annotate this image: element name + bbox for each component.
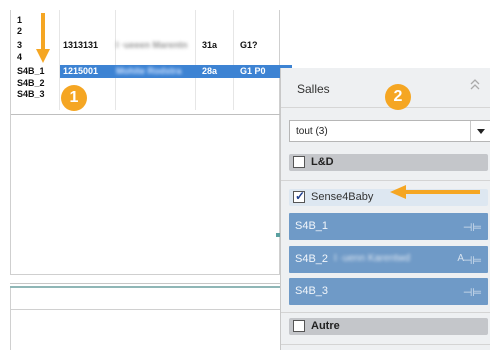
double-chevron-up-icon[interactable] [468, 78, 482, 94]
grid-row[interactable]: 4 [11, 52, 286, 63]
room-s4b-1[interactable]: S4B_1 ⊣⊨ [289, 213, 488, 240]
pin-icon[interactable]: ⊣⊨ [463, 286, 482, 299]
divider [10, 283, 280, 284]
grid-row[interactable]: 3 1313131 I ·ueeen Marentn 31a G1? [11, 40, 286, 51]
row-id: S4B_2 [17, 78, 45, 88]
patient-gravida: G1 P0 [240, 66, 266, 76]
group-ld[interactable]: L&D [289, 154, 488, 171]
room-s4b-3[interactable]: S4B_3 ⊣⊨ [289, 278, 488, 305]
grid-bottom-border [11, 114, 281, 115]
group-autre[interactable]: Autre [289, 318, 488, 335]
row-id: 2 [17, 26, 23, 36]
divider [281, 107, 490, 108]
group-autre-checkbox[interactable] [293, 320, 305, 332]
row-id: 3 [17, 40, 23, 50]
group-label: L&D [311, 156, 334, 168]
patient-number: 1215001 [63, 66, 99, 76]
patient-name: Mohite Rodstra [116, 66, 182, 76]
patient-name: I ·ueeen Marentn [116, 40, 188, 50]
room-occupant: I ·uenn Karentwd [334, 253, 411, 264]
panel-title: Salles [297, 82, 330, 96]
grid-row[interactable]: S4B_2 [11, 78, 286, 89]
divider [281, 180, 490, 181]
row-id: S4B_3 [17, 89, 45, 99]
grid-row[interactable]: S4B_3 [11, 89, 286, 100]
chevron-down-icon[interactable] [470, 121, 490, 141]
group-sense4baby-checkbox[interactable] [293, 189, 305, 203]
group-ld-checkbox[interactable] [293, 156, 305, 168]
patient-grid: 1 2 3 1313131 I ·ueeen Marentn 31a G1? 4… [10, 10, 292, 275]
divider [10, 309, 280, 310]
room-filter-select[interactable]: tout (3) [289, 120, 490, 142]
room-filter-value: tout (3) [296, 126, 328, 137]
annotation-badge-2: 2 [385, 84, 411, 110]
patient-gravida: G1? [240, 40, 258, 50]
divider [281, 312, 490, 313]
pin-icon[interactable]: ⊣⊨ [463, 221, 482, 234]
patient-number: 1313131 [63, 40, 99, 50]
room-label: S4B_3 [295, 285, 329, 297]
grid-row[interactable]: 1 [11, 15, 286, 26]
annotation-arrow-left-icon [390, 185, 480, 199]
rooms-panel: Salles tout (3) L&D Sense4Baby S4B_1 ⊣⊨ … [280, 68, 490, 350]
group-label: Autre [311, 320, 340, 332]
timeline-bar [10, 286, 280, 288]
row-id: 4 [17, 52, 23, 62]
patient-age: 31a [202, 40, 218, 50]
row-id: 1 [17, 15, 23, 25]
room-s4b-2[interactable]: S4B_2 I ·uenn Karentwd A ⊣⊨ [289, 246, 488, 273]
group-label: Sense4Baby [311, 191, 374, 203]
grid-row-selected[interactable]: S4B_1 1215001 Mohite Rodstra 28a G1 P0 [11, 66, 286, 77]
grid-row[interactable]: 2 [11, 26, 286, 37]
annotation-arrow-down-icon [36, 13, 50, 63]
divider [10, 288, 11, 350]
annotation-badge-1: 1 [61, 85, 87, 111]
divider [281, 344, 490, 345]
room-label: S4B_1 [295, 220, 329, 232]
pin-icon[interactable]: ⊣⊨ [463, 254, 482, 267]
room-label: S4B_2 [295, 253, 329, 265]
patient-age: 28a [202, 66, 218, 76]
row-id: S4B_1 [17, 66, 45, 76]
